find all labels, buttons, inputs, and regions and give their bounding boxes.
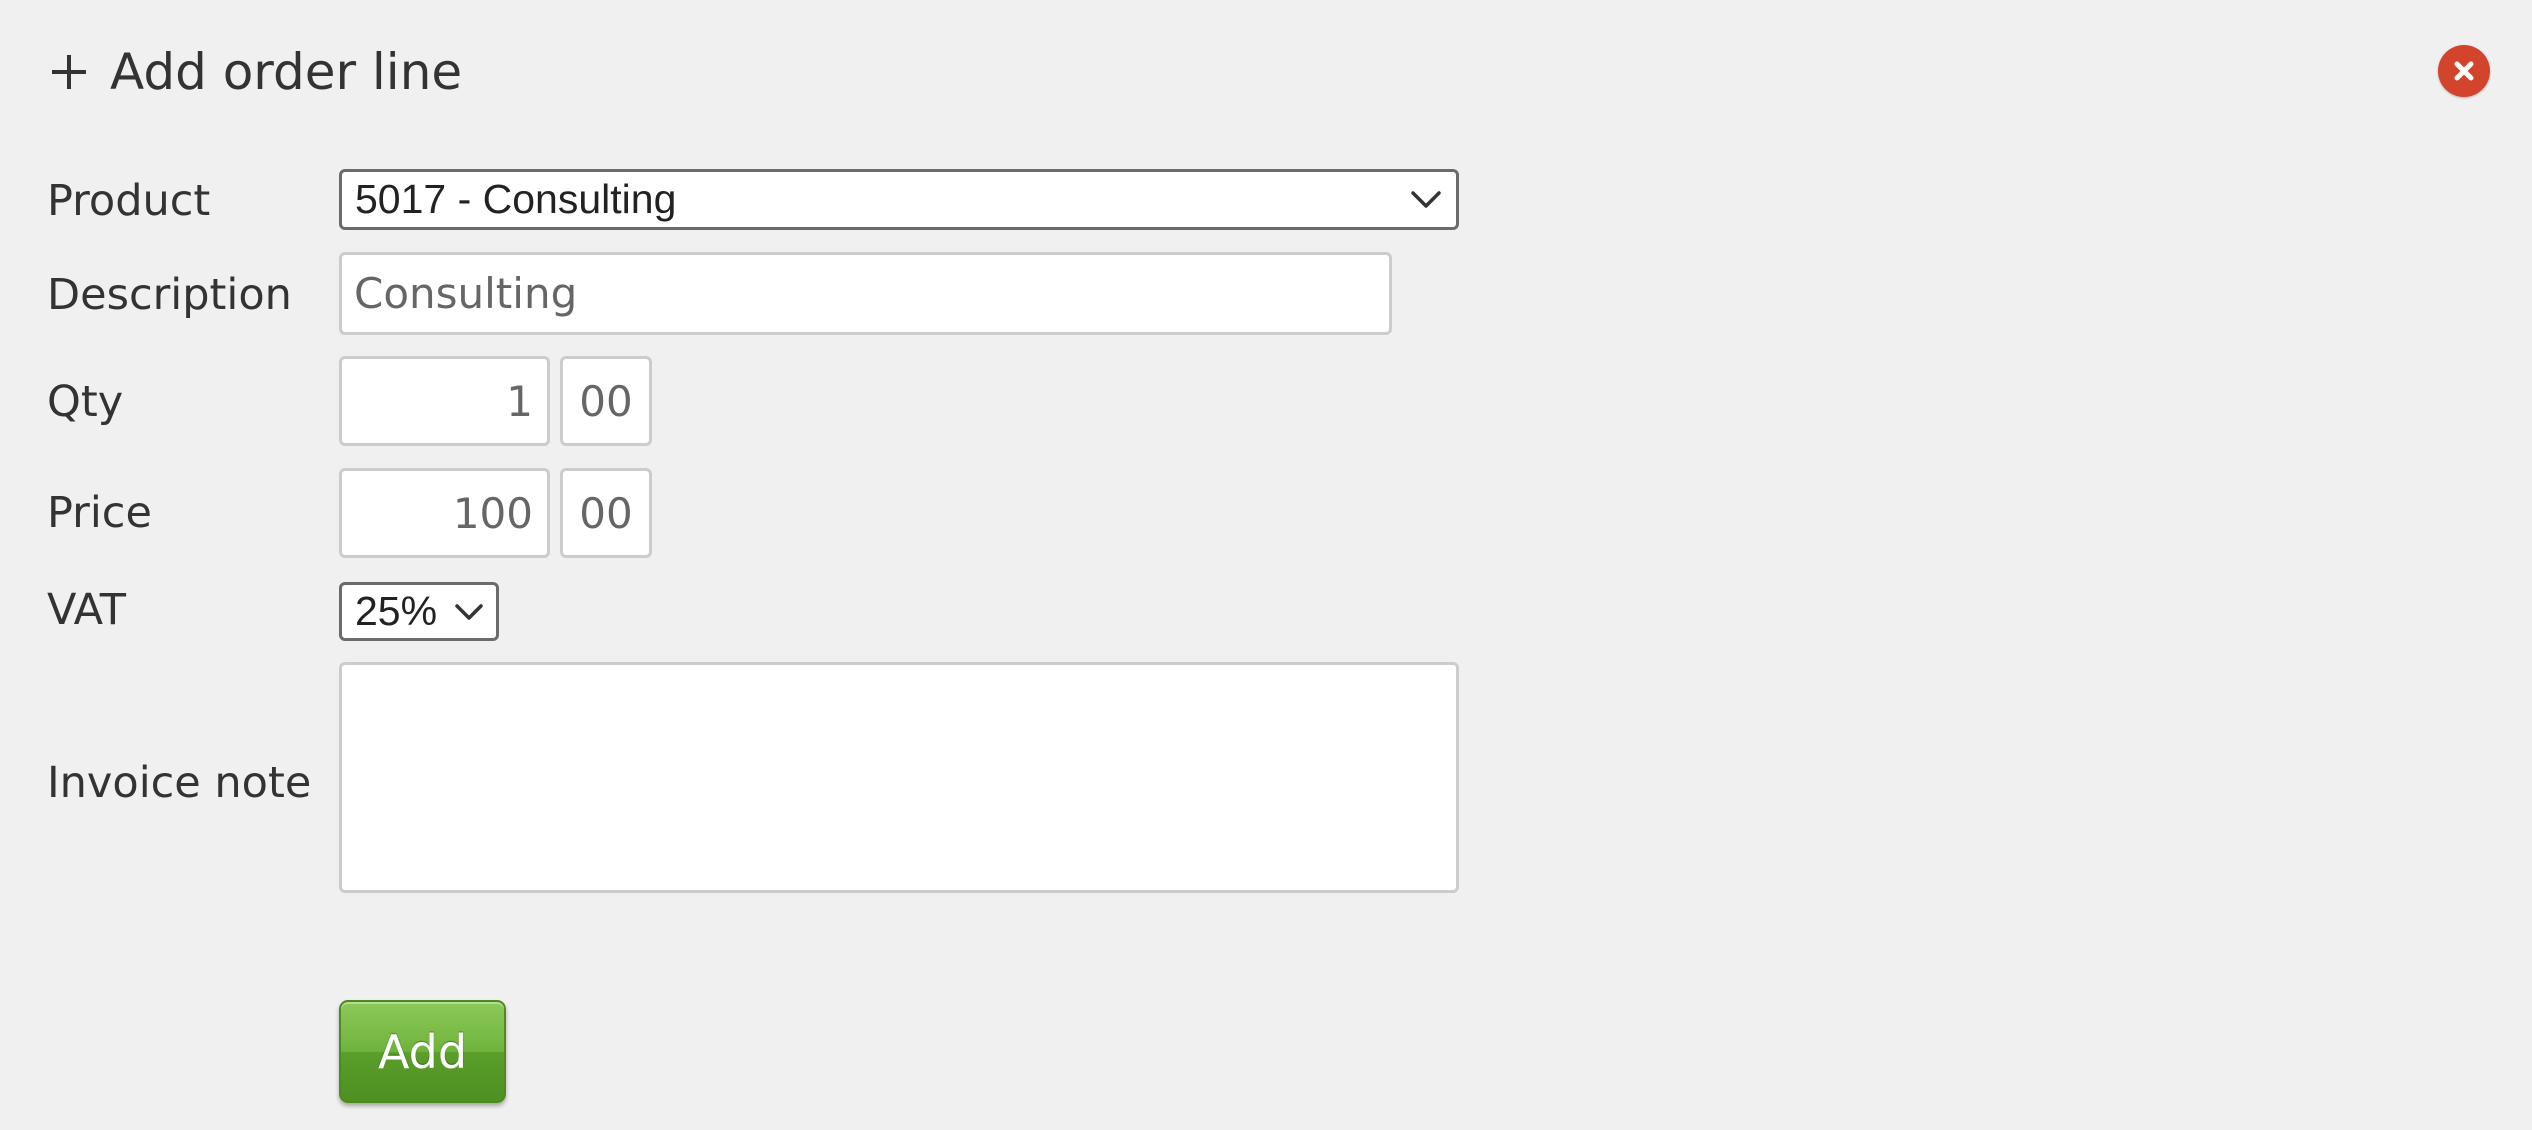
price-label: Price (47, 488, 152, 538)
product-select-value: 5017 - Consulting (355, 176, 677, 222)
vat-select[interactable]: 25% (339, 582, 499, 641)
qty-whole-value: 1 (506, 376, 533, 426)
price-whole-input[interactable]: 100 (339, 468, 550, 558)
qty-decimals-value: 00 (579, 376, 633, 426)
vat-label: VAT (47, 585, 127, 635)
price-whole-value: 100 (452, 488, 533, 538)
vat-select-value: 25% (355, 588, 438, 634)
qty-whole-input[interactable]: 1 (339, 356, 550, 446)
qty-decimals-input[interactable]: 00 (560, 356, 652, 446)
invoice-note-label: Invoice note (47, 758, 312, 808)
close-icon (2454, 61, 2474, 81)
add-button[interactable]: Add (339, 1000, 506, 1103)
qty-label: Qty (47, 377, 124, 427)
product-select[interactable]: 5017 - Consulting (339, 169, 1459, 230)
plus-icon (50, 53, 88, 91)
chevron-down-icon (455, 603, 483, 620)
dialog-title-text: Add order line (110, 43, 463, 101)
close-button[interactable] (2438, 45, 2490, 97)
description-label: Description (47, 270, 292, 320)
description-placeholder: Consulting (354, 269, 578, 318)
price-decimals-value: 00 (579, 488, 633, 538)
description-input[interactable]: Consulting (339, 252, 1392, 335)
dialog-title: Add order line (50, 30, 462, 114)
add-order-line-dialog: Add order line Product 5017 - Consulting… (0, 0, 2532, 1130)
chevron-down-icon (1411, 190, 1441, 208)
product-label: Product (47, 176, 211, 226)
invoice-note-textarea[interactable] (339, 662, 1459, 893)
price-decimals-input[interactable]: 00 (560, 468, 652, 558)
